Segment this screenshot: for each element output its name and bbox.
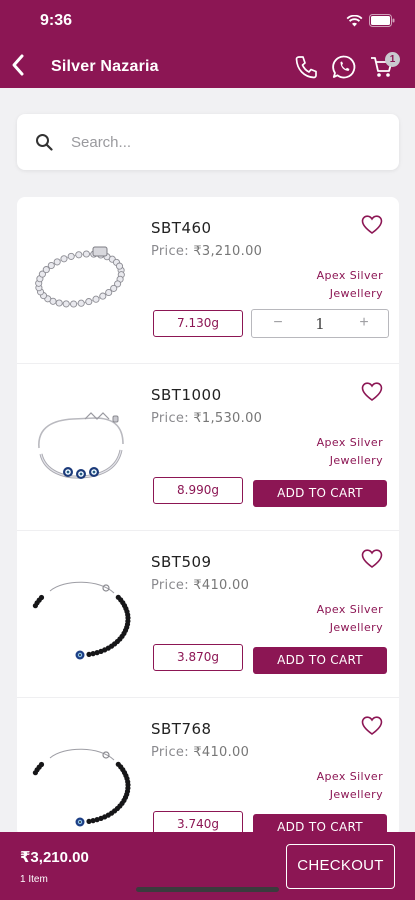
maker-line: Jewellery bbox=[329, 287, 383, 300]
quantity-stepper[interactable]: −1 + bbox=[251, 309, 389, 338]
product-card[interactable]: SBT509 Price: ₹410.00 Apex Silver Jewellery… bbox=[17, 531, 399, 698]
product-sku: SBT768 bbox=[151, 720, 212, 738]
product-sku: SBT460 bbox=[151, 219, 212, 237]
product-card[interactable]: SBT460 Price: ₹3,210.00 Apex Silver Jewelle… bbox=[17, 197, 399, 364]
price-label: Price: bbox=[151, 745, 189, 760]
price-label: Price: bbox=[151, 244, 189, 259]
tennis-bracelet-image[interactable] bbox=[25, 219, 135, 339]
favorite-heart-icon[interactable] bbox=[361, 549, 383, 569]
price-value: ₹410.00 bbox=[193, 745, 250, 760]
add-to-cart-button[interactable]: ADD TO CART bbox=[253, 480, 387, 507]
product-card[interactable]: SBT1000 Price: ₹1,530.00 Apex Silver Jewell… bbox=[17, 364, 399, 531]
increase-quantity-button[interactable]: + bbox=[354, 314, 374, 332]
checkout-button[interactable]: CHECKOUT bbox=[286, 844, 395, 889]
cart-item-count: 1 Item bbox=[20, 874, 48, 885]
weight-badge: 7.130g bbox=[153, 310, 243, 337]
favorite-heart-icon[interactable] bbox=[361, 716, 383, 736]
black-bead-bracelet-image[interactable] bbox=[25, 553, 135, 673]
maker-line: Jewellery bbox=[329, 621, 383, 634]
wifi-icon bbox=[346, 14, 363, 26]
battery-icon bbox=[369, 14, 395, 27]
product-price: Price: ₹410.00 bbox=[151, 578, 249, 593]
app-header: 9:36 Silver Nazaria 1 bbox=[0, 0, 415, 88]
product-sku: SBT509 bbox=[151, 553, 212, 571]
search-icon bbox=[36, 134, 53, 151]
favorite-heart-icon[interactable] bbox=[361, 215, 383, 235]
status-bar: 9:36 bbox=[0, 10, 415, 34]
price-value: ₹3,210.00 bbox=[193, 244, 263, 259]
maker-line: Jewellery bbox=[329, 454, 383, 467]
price-label: Price: bbox=[151, 578, 189, 593]
search-bar[interactable] bbox=[17, 114, 399, 170]
price-label: Price: bbox=[151, 411, 189, 426]
phone-icon[interactable] bbox=[293, 54, 319, 80]
maker-line: Apex Silver bbox=[316, 603, 383, 616]
maker-line: Apex Silver bbox=[316, 436, 383, 449]
page-title: Silver Nazaria bbox=[51, 58, 159, 75]
maker-line: Apex Silver bbox=[316, 770, 383, 783]
black-bead-bracelet-image[interactable] bbox=[25, 720, 135, 837]
price-value: ₹1,530.00 bbox=[193, 411, 263, 426]
weight-badge: 8.990g bbox=[153, 477, 243, 504]
product-price: Price: ₹3,210.00 bbox=[151, 244, 262, 259]
product-price: Price: ₹1,530.00 bbox=[151, 411, 262, 426]
cart-total: ₹3,210.00 bbox=[20, 849, 89, 866]
product-maker: Apex Silver Jewellery bbox=[263, 768, 383, 804]
product-price: Price: ₹410.00 bbox=[151, 745, 249, 760]
product-sku: SBT1000 bbox=[151, 386, 222, 404]
status-time: 9:36 bbox=[40, 12, 73, 29]
weight-badge: 3.870g bbox=[153, 644, 243, 671]
product-maker: Apex Silver Jewellery bbox=[263, 267, 383, 303]
back-arrow-icon[interactable] bbox=[8, 52, 30, 78]
product-list: SBT460 Price: ₹3,210.00 Apex Silver Jewelle… bbox=[17, 197, 399, 837]
whatsapp-icon[interactable] bbox=[331, 54, 357, 80]
evil-eye-bracelet-image[interactable] bbox=[25, 386, 135, 506]
favorite-heart-icon[interactable] bbox=[361, 382, 383, 402]
product-card[interactable]: SBT768 Price: ₹410.00 Apex Silver Jewellery… bbox=[17, 698, 399, 837]
add-to-cart-button[interactable]: ADD TO CART bbox=[253, 647, 387, 674]
product-maker: Apex Silver Jewellery bbox=[263, 434, 383, 470]
search-input[interactable] bbox=[71, 128, 371, 156]
home-indicator bbox=[136, 887, 279, 892]
price-value: ₹410.00 bbox=[193, 578, 250, 593]
maker-line: Apex Silver bbox=[316, 269, 383, 282]
product-maker: Apex Silver Jewellery bbox=[263, 601, 383, 637]
maker-line: Jewellery bbox=[329, 788, 383, 801]
cart-badge: 1 bbox=[385, 52, 400, 67]
